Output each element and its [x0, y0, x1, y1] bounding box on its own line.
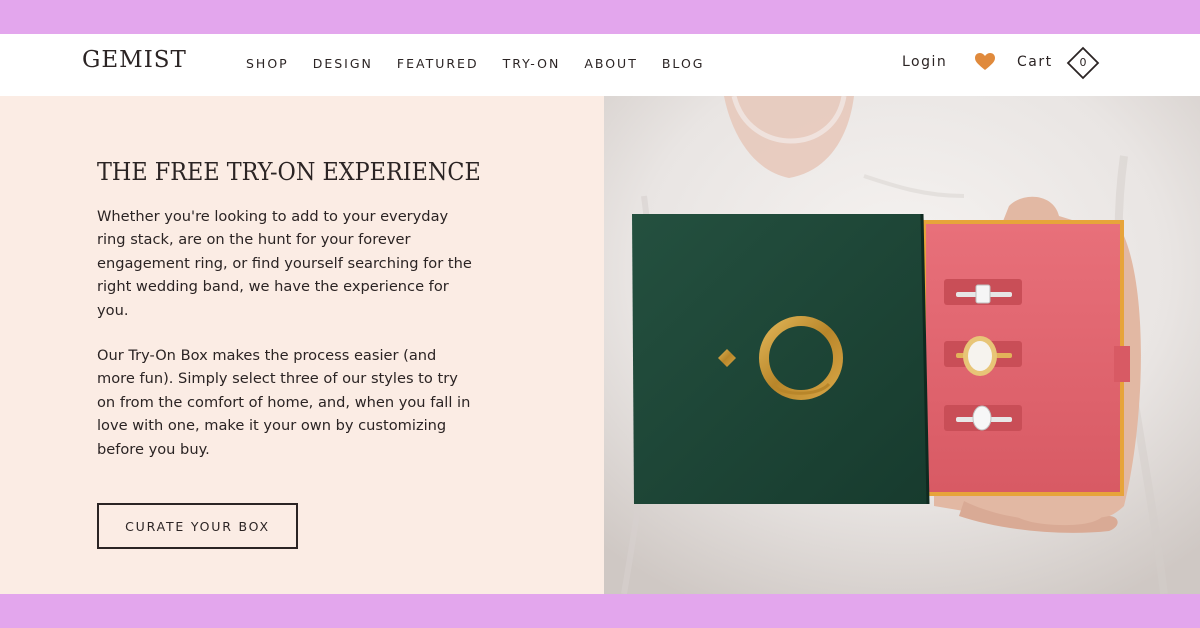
cart-button[interactable]: 0: [1066, 46, 1100, 80]
intro-paragraph: Whether you're looking to add to your ev…: [97, 208, 472, 319]
page-title: THE FREE TRY-ON EXPERIENCE: [97, 158, 481, 186]
main-nav: SHOP DESIGN FEATURED TRY-ON ABOUT BLOG: [246, 56, 728, 71]
hero-image: [604, 96, 1200, 594]
nav-design[interactable]: DESIGN: [313, 56, 373, 71]
cart-link[interactable]: Cart: [1017, 54, 1053, 70]
nav-about[interactable]: ABOUT: [584, 56, 638, 71]
try-on-box-photo: [604, 96, 1200, 594]
site-header: GEMIST SHOP DESIGN FEATURED TRY-ON ABOUT…: [0, 34, 1200, 96]
nav-blog[interactable]: BLOG: [662, 56, 705, 71]
logo[interactable]: GEMIST: [82, 47, 187, 73]
nav-shop[interactable]: SHOP: [246, 56, 289, 71]
cart-count: 0: [1079, 56, 1087, 69]
curate-box-button[interactable]: CURATE YOUR BOX: [97, 503, 298, 549]
heart-icon[interactable]: [975, 53, 995, 71]
top-band: [0, 0, 1200, 34]
nav-try-on[interactable]: TRY-ON: [503, 56, 561, 71]
login-link[interactable]: Login: [902, 54, 947, 70]
process-paragraph: Our Try-On Box makes the process easier …: [97, 347, 471, 458]
try-on-intro: THE FREE TRY-ON EXPERIENCE Whether you'r…: [0, 96, 604, 594]
bottom-band: [0, 594, 1200, 628]
nav-featured[interactable]: FEATURED: [397, 56, 479, 71]
